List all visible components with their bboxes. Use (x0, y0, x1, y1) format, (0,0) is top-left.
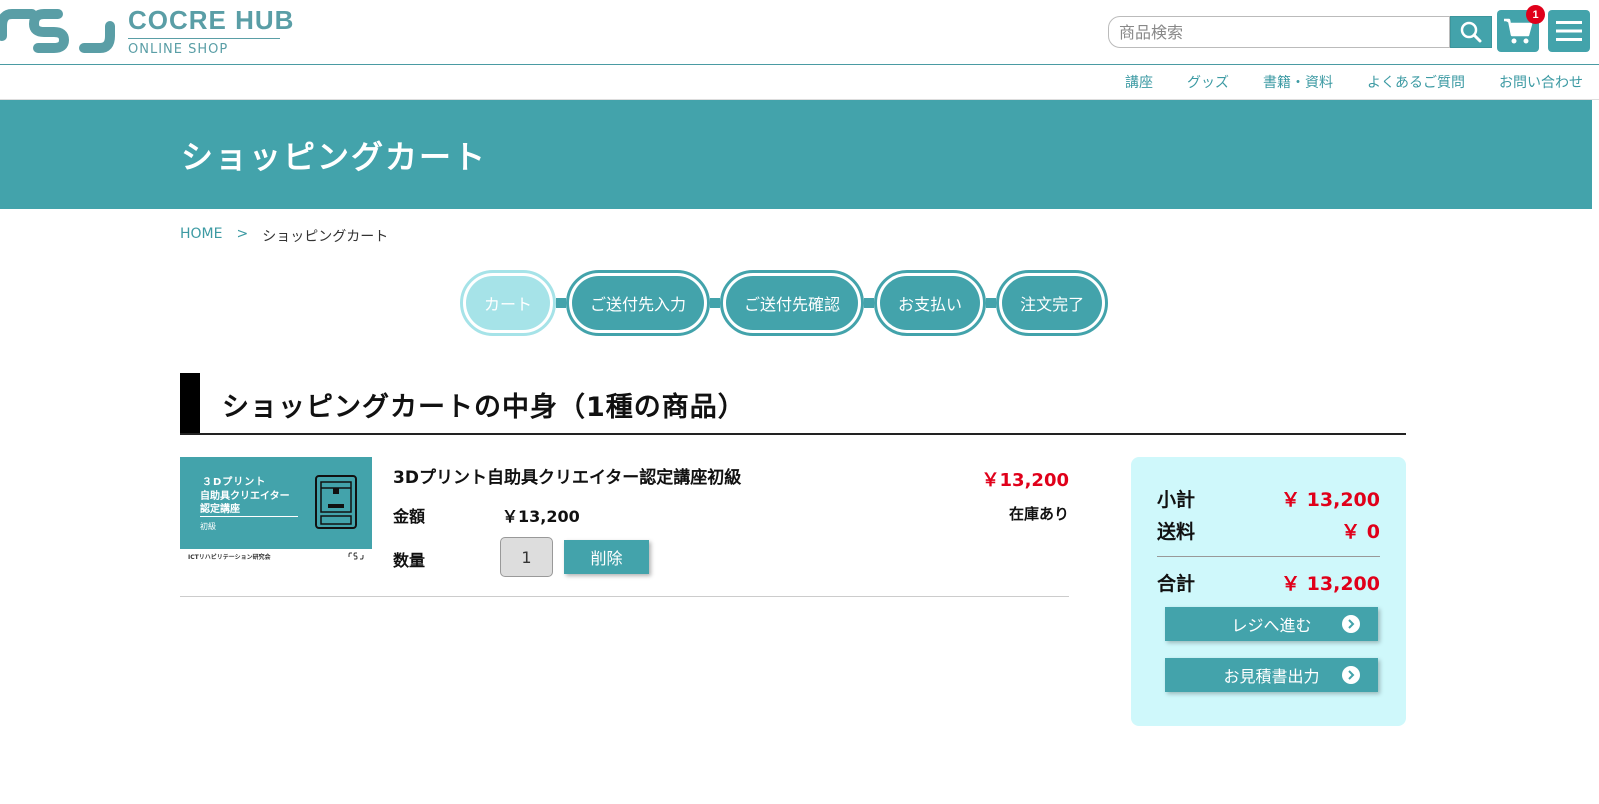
site-logo[interactable]: COCRE HUB ONLINE SHOP (0, 5, 295, 57)
estimate-label: お見積書出力 (1223, 667, 1320, 686)
step-payment: お支払い (874, 270, 987, 336)
subtotal-row: 小計 ￥ 13,200 (1157, 485, 1380, 512)
cart-section-title: ショッピングカートの中身（1種の商品） (222, 392, 746, 423)
main-nav: 講座 グッズ 書籍・資料 よくあるご質問 お問い合わせ (1125, 72, 1583, 92)
search-icon (1460, 21, 1482, 43)
breadcrumb-current: ショッピングカート (262, 229, 389, 245)
nav-item-faq[interactable]: よくあるご質問 (1367, 72, 1465, 92)
checkout-label: レジへ進む (1231, 616, 1312, 635)
cart-count-badge: 1 (1526, 5, 1545, 24)
step-label: お支払い (880, 276, 981, 330)
step-cart: カート (460, 270, 557, 336)
total-value: ￥ 13,200 (1281, 573, 1380, 595)
nav-item-goods[interactable]: グッズ (1187, 72, 1229, 92)
summary-divider (1157, 556, 1380, 557)
step-connector (864, 298, 875, 308)
section-accent-bar (180, 373, 200, 433)
thumbnail-line3: 認定講座 (200, 504, 240, 515)
step-label: 注文完了 (1002, 276, 1103, 330)
step-connector (710, 298, 721, 308)
shipping-row: 送料 ￥ 0 (1157, 517, 1380, 544)
search-box (1108, 16, 1450, 48)
logo-mark-icon (0, 9, 115, 53)
stock-status: 在庫あり (1008, 505, 1069, 523)
shipping-value: ￥ 0 (1341, 521, 1380, 543)
thumbnail-level: 初級 (200, 522, 216, 531)
chevron-right-icon (1342, 615, 1360, 633)
thumbnail-logo-icon (348, 552, 364, 560)
logo-subtitle: ONLINE SHOP (128, 38, 280, 57)
hamburger-icon (1556, 21, 1582, 41)
estimate-button[interactable]: お見積書出力 (1165, 658, 1378, 692)
nav-item-contact[interactable]: お問い合わせ (1499, 72, 1583, 92)
quantity-input[interactable] (500, 537, 553, 577)
quantity-label: 数量 (393, 551, 426, 570)
page-title: ショッピングカート (181, 138, 488, 176)
step-complete: 注文完了 (996, 270, 1109, 336)
step-connector (556, 298, 567, 308)
amount-value: ￥13,200 (502, 507, 580, 526)
breadcrumb: HOME > ショッピングカート (180, 226, 388, 246)
product-price: ￥13,200 (981, 470, 1069, 491)
search-input[interactable] (1119, 22, 1449, 42)
shipping-label: 送料 (1157, 521, 1196, 543)
step-shipping-input: ご送付先入力 (566, 270, 711, 336)
logo-title: COCRE HUB (128, 5, 295, 35)
product-thumbnail[interactable]: ３Dプリント 自助具クリエイター 認定講座 初級 ICTリハビリテーション研究会 (180, 457, 372, 565)
total-row: 合計 ￥ 13,200 (1157, 569, 1380, 596)
thumbnail-rule (200, 516, 298, 517)
cart-item: ３Dプリント 自助具クリエイター 認定講座 初級 ICTリハビリテーション研究会… (180, 457, 1069, 597)
site-header: COCRE HUB ONLINE SHOP 1 (0, 0, 1599, 65)
product-name[interactable]: 3Dプリント自助具クリエイター認定講座初級 (393, 463, 741, 488)
page-hero: ショッピングカート (0, 100, 1592, 209)
breadcrumb-separator: > (236, 226, 249, 242)
subtotal-value: ￥ 13,200 (1281, 489, 1380, 511)
subtotal-label: 小計 (1157, 489, 1196, 511)
menu-button[interactable] (1548, 10, 1590, 52)
breadcrumb-home[interactable]: HOME (180, 226, 222, 246)
amount-label: 金額 (393, 507, 426, 526)
nav-item-courses[interactable]: 講座 (1125, 72, 1153, 92)
delete-button[interactable]: 削除 (564, 540, 649, 574)
checkout-button[interactable]: レジへ進む (1165, 607, 1378, 641)
search-button[interactable] (1450, 16, 1492, 48)
step-label: ご送付先入力 (572, 276, 705, 330)
3d-printer-icon (315, 475, 357, 529)
cart-section-header: ショッピングカートの中身（1種の商品） (180, 373, 1406, 435)
order-summary: 小計 ￥ 13,200 送料 ￥ 0 合計 ￥ 13,200 レジへ進む お見積… (1131, 457, 1406, 726)
step-label: ご送付先確認 (726, 276, 859, 330)
step-connector (986, 298, 997, 308)
checkout-steps: カート ご送付先入力 ご送付先確認 お支払い 注文完了 (460, 270, 1109, 336)
thumbnail-org: ICTリハビリテーション研究会 (188, 554, 271, 561)
thumbnail-line1: ３Dプリント (202, 477, 267, 488)
chevron-right-icon (1342, 666, 1360, 684)
step-label: カート (466, 276, 551, 330)
step-shipping-confirm: ご送付先確認 (720, 270, 865, 336)
total-label: 合計 (1157, 573, 1196, 595)
nav-item-books[interactable]: 書籍・資料 (1263, 72, 1333, 92)
